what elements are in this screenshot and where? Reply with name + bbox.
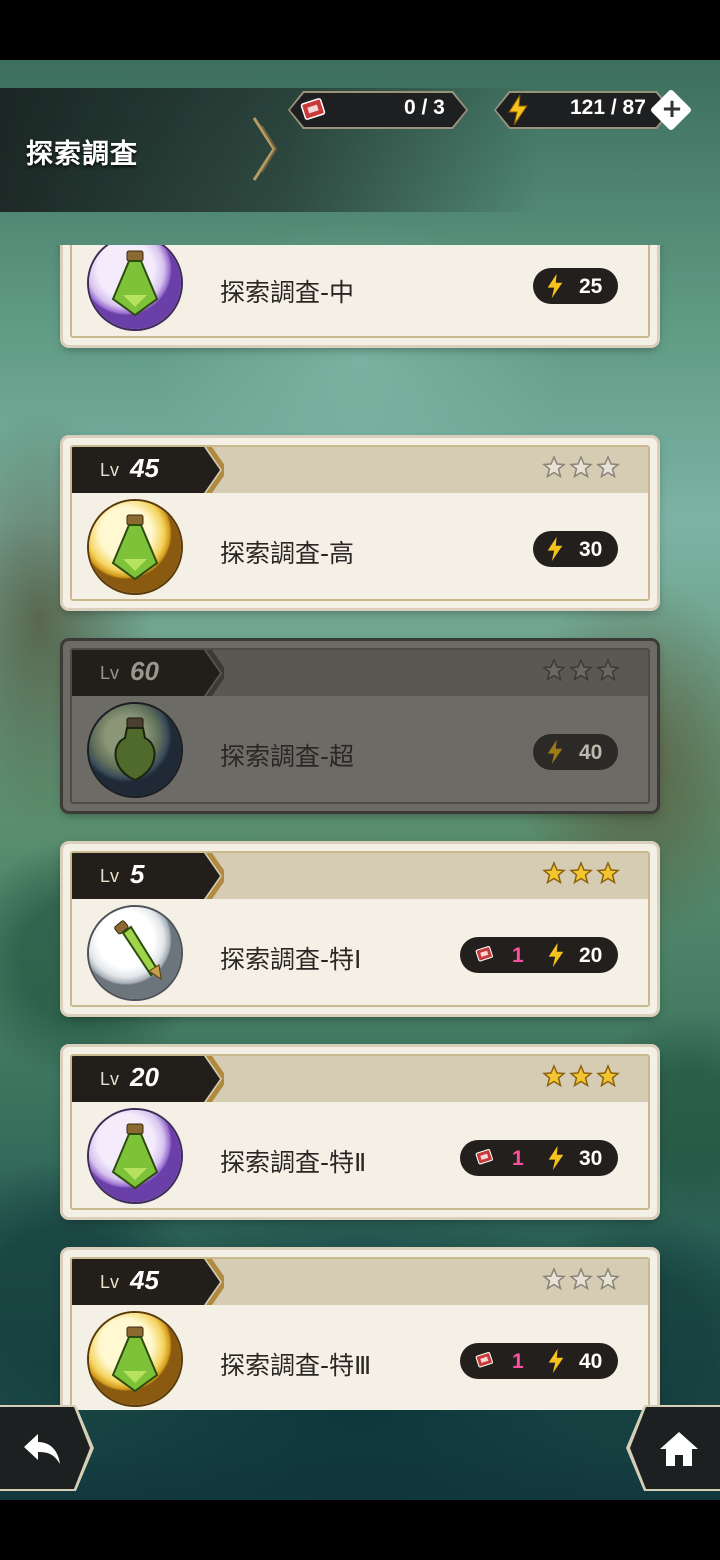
stamina-cost: 25: [579, 275, 603, 298]
card-header: Lv 20: [72, 1056, 648, 1102]
star-icon: [569, 1267, 593, 1291]
level-tab: Lv 60: [72, 650, 220, 696]
star-rating: [542, 658, 620, 682]
level-number: 45: [130, 1265, 159, 1295]
cost-badge: 40: [533, 734, 618, 770]
lightning-bolt-icon: [547, 739, 563, 765]
star-icon: [542, 1267, 566, 1291]
quest-medal: [89, 501, 181, 593]
quest-medal: [89, 245, 181, 329]
quest-name: 探索調査-超: [220, 742, 355, 771]
star-rating: [542, 861, 620, 885]
stamina-cost: 30: [579, 1147, 603, 1170]
star-icon: [569, 1064, 593, 1088]
cost-badge: 1 20: [460, 937, 618, 973]
level-label: Lv: [100, 1272, 120, 1292]
quest-card-super: Lv 60 探索調査-超 40: [63, 641, 657, 811]
home-icon[interactable]: [658, 1430, 700, 1468]
potion-bottle-icon: [111, 514, 159, 581]
cost-badge: 1 40: [460, 1343, 618, 1379]
star-icon: [569, 861, 593, 885]
quest-medal: [89, 704, 181, 796]
plus-icon[interactable]: +: [657, 94, 687, 124]
star-icon: [596, 658, 620, 682]
lightning-bolt-icon: [508, 94, 528, 126]
ticket-cost: 1: [512, 1147, 524, 1170]
potion-bottle-icon: [111, 1123, 159, 1190]
level-tab: Lv 45: [72, 1259, 220, 1305]
lightning-bolt-icon: [548, 1145, 564, 1171]
potion-bottle-icon: [111, 1326, 159, 1393]
star-icon: [569, 455, 593, 479]
stamina-cost: 30: [579, 538, 603, 561]
quest-card-high[interactable]: Lv 45 探索調査-高 30: [63, 438, 657, 608]
star-icon: [542, 455, 566, 479]
stamina-count: 121 / 87: [570, 96, 646, 119]
lightning-bolt-icon: [548, 1348, 564, 1374]
quest-medal: [89, 1313, 181, 1405]
star-icon: [596, 455, 620, 479]
quest-card-special-1[interactable]: Lv 5 探索調査-特Ⅰ 1 20: [63, 844, 657, 1014]
star-icon: [596, 1064, 620, 1088]
lightning-bolt-icon: [547, 273, 563, 299]
chevron-right-icon: [252, 117, 278, 181]
level-label: Lv: [100, 1069, 120, 1089]
ticket-cost: 1: [512, 944, 524, 967]
quest-list[interactable]: 探索調査-中 25 Lv 45 探索調査-高 30 Lv 60 探索調査-超 4…: [0, 245, 720, 1410]
star-rating: [542, 455, 620, 479]
level-number: 5: [130, 859, 145, 889]
quest-name: 探索調査-特Ⅰ: [220, 945, 362, 974]
star-rating: [542, 1267, 620, 1291]
quest-name: 探索調査-中: [220, 278, 355, 307]
card-header: Lv 60: [72, 650, 648, 696]
level-label: Lv: [100, 460, 120, 480]
level-tab: Lv 45: [72, 447, 220, 493]
lightning-bolt-icon: [548, 942, 564, 968]
back-arrow-icon[interactable]: [22, 1432, 62, 1466]
level-label: Lv: [100, 663, 120, 683]
potion-bottle-icon: [111, 250, 159, 317]
level-tab: Lv 5: [72, 853, 220, 899]
quest-name: 探索調査-特Ⅲ: [220, 1351, 372, 1380]
star-icon: [596, 861, 620, 885]
quest-card-medium[interactable]: 探索調査-中 25: [63, 245, 657, 345]
star-icon: [542, 1064, 566, 1088]
cost-badge: 1 30: [460, 1140, 618, 1176]
card-header: Lv 5: [72, 853, 648, 899]
quest-name: 探索調査-特Ⅱ: [220, 1148, 367, 1177]
stamina-cost: 20: [579, 944, 603, 967]
ticket-cost: 1: [512, 1350, 524, 1373]
star-rating: [542, 1064, 620, 1088]
level-number: 60: [130, 656, 159, 686]
card-header: Lv 45: [72, 447, 648, 493]
level-number: 45: [130, 453, 159, 483]
star-icon: [542, 861, 566, 885]
game-screen: 探索調査 0 / 3 121 / 87 + 探索調査-中 25 Lv 45 探索…: [0, 60, 720, 1500]
quest-name: 探索調査-高: [220, 539, 355, 568]
potion-bottle-icon: [114, 920, 162, 981]
stamina-cost: 40: [579, 1350, 603, 1373]
quest-card-special-3[interactable]: Lv 45 探索調査-特Ⅲ 1 40: [63, 1250, 657, 1410]
cost-badge: 25: [533, 268, 618, 304]
quest-card-special-2[interactable]: Lv 20 探索調査-特Ⅱ 1 30: [63, 1047, 657, 1217]
ticket-icon: [300, 98, 326, 120]
quest-medal: [89, 907, 181, 999]
page-title: 探索調査: [26, 139, 138, 170]
star-icon: [542, 658, 566, 682]
level-number: 20: [130, 1062, 159, 1092]
level-label: Lv: [100, 866, 120, 886]
cost-badge: 30: [533, 531, 618, 567]
ticket-icon: [475, 1149, 493, 1165]
star-icon: [596, 1267, 620, 1291]
ticket-icon: [475, 1352, 493, 1368]
ticket-icon: [475, 946, 493, 962]
ticket-count: 0 / 3: [404, 96, 445, 119]
card-header: Lv 45: [72, 1259, 648, 1305]
potion-bottle-icon: [114, 717, 156, 782]
level-tab: Lv 20: [72, 1056, 220, 1102]
star-icon: [569, 658, 593, 682]
stamina-cost: 40: [579, 741, 603, 764]
quest-medal: [89, 1110, 181, 1202]
lightning-bolt-icon: [547, 536, 563, 562]
